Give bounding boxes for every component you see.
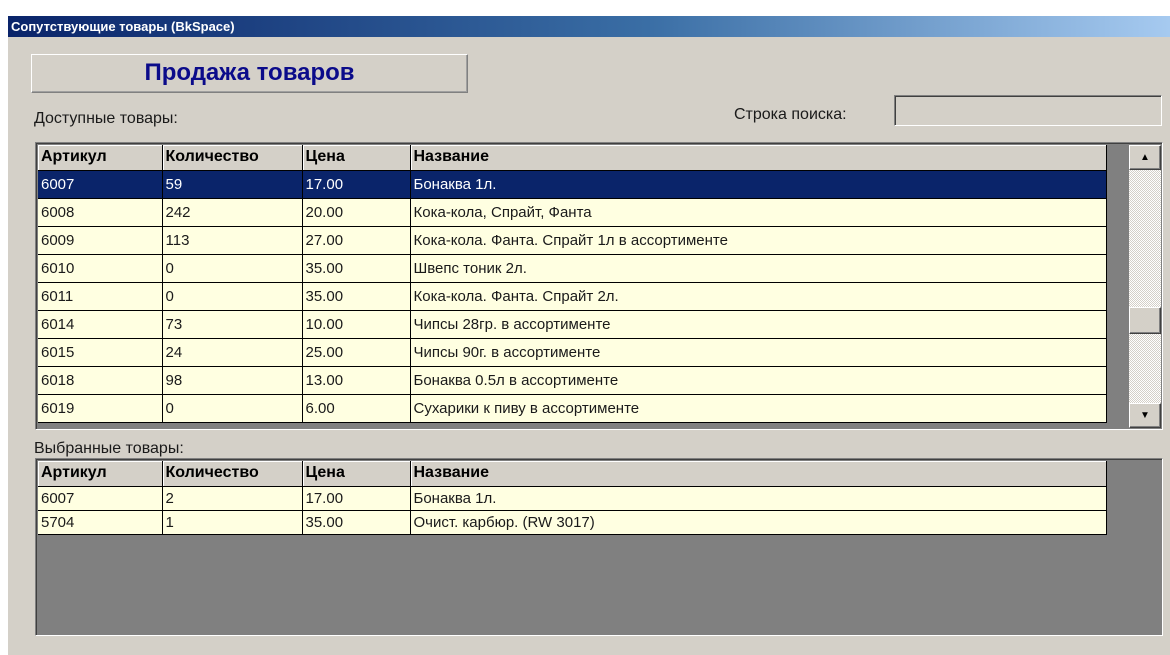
cell-article: 6015	[38, 338, 163, 367]
cell-price: 27.00	[302, 226, 411, 255]
cell-quantity: 2	[162, 486, 303, 511]
cell-quantity: 98	[162, 366, 303, 395]
cell-article: 6010	[38, 254, 163, 283]
cell-price: 6.00	[302, 394, 411, 423]
table-row[interactable]: 6009 113 27.00 Кока-кола. Фанта. Спрайт …	[38, 226, 1107, 255]
cell-article: 6007	[38, 486, 163, 511]
table-row[interactable]: 6007 59 17.00 Бонаква 1л.	[38, 170, 1107, 199]
column-header-article[interactable]: Артикул	[38, 145, 163, 171]
available-goods-label: Доступные товары:	[34, 110, 178, 127]
cell-name: Кока-кола, Спрайт, Фанта	[410, 198, 1107, 227]
table-header-row: Артикул Количество Цена Название	[38, 461, 1107, 487]
cell-quantity: 73	[162, 310, 303, 339]
cell-price: 13.00	[302, 366, 411, 395]
cell-quantity: 113	[162, 226, 303, 255]
search-label: Строка поиска:	[734, 106, 847, 123]
cell-price: 10.00	[302, 310, 411, 339]
cell-price: 35.00	[302, 282, 411, 311]
cell-price: 17.00	[302, 486, 411, 511]
available-goods-grid[interactable]: Артикул Количество Цена Название 6007 59…	[35, 142, 1163, 430]
column-header-name[interactable]: Название	[410, 145, 1107, 171]
dialog-window: Сопутствующие товары (BkSpace) Продажа т…	[8, 16, 1170, 655]
cell-price: 17.00	[302, 170, 411, 199]
selected-goods-label: Выбранные товары:	[34, 440, 184, 457]
cell-name: Чипсы 90г. в ассортименте	[410, 338, 1107, 367]
scroll-up-button[interactable]: ▲	[1129, 145, 1161, 170]
cell-quantity: 0	[162, 282, 303, 311]
cell-name: Чипсы 28гр. в ассортименте	[410, 310, 1107, 339]
scroll-down-button[interactable]: ▼	[1129, 403, 1161, 428]
scroll-thumb[interactable]	[1129, 307, 1161, 334]
cell-name: Швепс тоник 2л.	[410, 254, 1107, 283]
cell-article: 6019	[38, 394, 163, 423]
cell-price: 35.00	[302, 510, 411, 535]
cell-price: 25.00	[302, 338, 411, 367]
table-row[interactable]: 6007 2 17.00 Бонаква 1л.	[38, 486, 1107, 511]
cell-name: Сухарики к пиву в ассортименте	[410, 394, 1107, 423]
column-header-quantity[interactable]: Количество	[162, 461, 303, 487]
column-header-price[interactable]: Цена	[302, 461, 411, 487]
cell-quantity: 59	[162, 170, 303, 199]
cell-quantity: 1	[162, 510, 303, 535]
column-header-name[interactable]: Название	[410, 461, 1107, 487]
cell-article: 6007	[38, 170, 163, 199]
vertical-scrollbar[interactable]: ▲ ▼	[1129, 145, 1161, 428]
cell-name: Бонаква 0.5л в ассортименте	[410, 366, 1107, 395]
cell-name: Бонаква 1л.	[410, 486, 1107, 511]
cell-article: 5704	[38, 510, 163, 535]
selected-goods-grid[interactable]: Артикул Количество Цена Название 6007 2 …	[35, 458, 1163, 636]
available-goods-table: Артикул Количество Цена Название 6007 59…	[38, 145, 1107, 423]
selected-goods-table: Артикул Количество Цена Название 6007 2 …	[38, 461, 1107, 535]
column-header-article[interactable]: Артикул	[38, 461, 163, 487]
cell-price: 35.00	[302, 254, 411, 283]
table-row[interactable]: 6018 98 13.00 Бонаква 0.5л в ассортимент…	[38, 366, 1107, 395]
title-bar[interactable]: Сопутствующие товары (BkSpace)	[8, 16, 1170, 37]
table-row[interactable]: 6008 242 20.00 Кока-кола, Спрайт, Фанта	[38, 198, 1107, 227]
search-input[interactable]	[894, 95, 1162, 126]
cell-quantity: 0	[162, 254, 303, 283]
cell-article: 6014	[38, 310, 163, 339]
cell-quantity: 24	[162, 338, 303, 367]
table-row[interactable]: 6015 24 25.00 Чипсы 90г. в ассортименте	[38, 338, 1107, 367]
cell-article: 6008	[38, 198, 163, 227]
table-row[interactable]: 6019 0 6.00 Сухарики к пиву в ассортимен…	[38, 394, 1107, 423]
column-header-quantity[interactable]: Количество	[162, 145, 303, 171]
column-header-price[interactable]: Цена	[302, 145, 411, 171]
arrow-up-icon: ▲	[1140, 152, 1150, 163]
table-row[interactable]: 6010 0 35.00 Швепс тоник 2л.	[38, 254, 1107, 283]
table-row[interactable]: 6014 73 10.00 Чипсы 28гр. в ассортименте	[38, 310, 1107, 339]
cell-article: 6018	[38, 366, 163, 395]
cell-name: Кока-кола. Фанта. Спрайт 2л.	[410, 282, 1107, 311]
table-header-row: Артикул Количество Цена Название	[38, 145, 1107, 171]
cell-name: Очист. карбюр. (RW 3017)	[410, 510, 1107, 535]
table-row[interactable]: 5704 1 35.00 Очист. карбюр. (RW 3017)	[38, 510, 1107, 535]
cell-quantity: 242	[162, 198, 303, 227]
cell-article: 6009	[38, 226, 163, 255]
cell-quantity: 0	[162, 394, 303, 423]
cell-article: 6011	[38, 282, 163, 311]
arrow-down-icon: ▼	[1140, 410, 1150, 421]
cell-price: 20.00	[302, 198, 411, 227]
page-title: Продажа товаров	[31, 54, 468, 93]
table-row[interactable]: 6011 0 35.00 Кока-кола. Фанта. Спрайт 2л…	[38, 282, 1107, 311]
cell-name: Кока-кола. Фанта. Спрайт 1л в ассортимен…	[410, 226, 1107, 255]
cell-name: Бонаква 1л.	[410, 170, 1107, 199]
